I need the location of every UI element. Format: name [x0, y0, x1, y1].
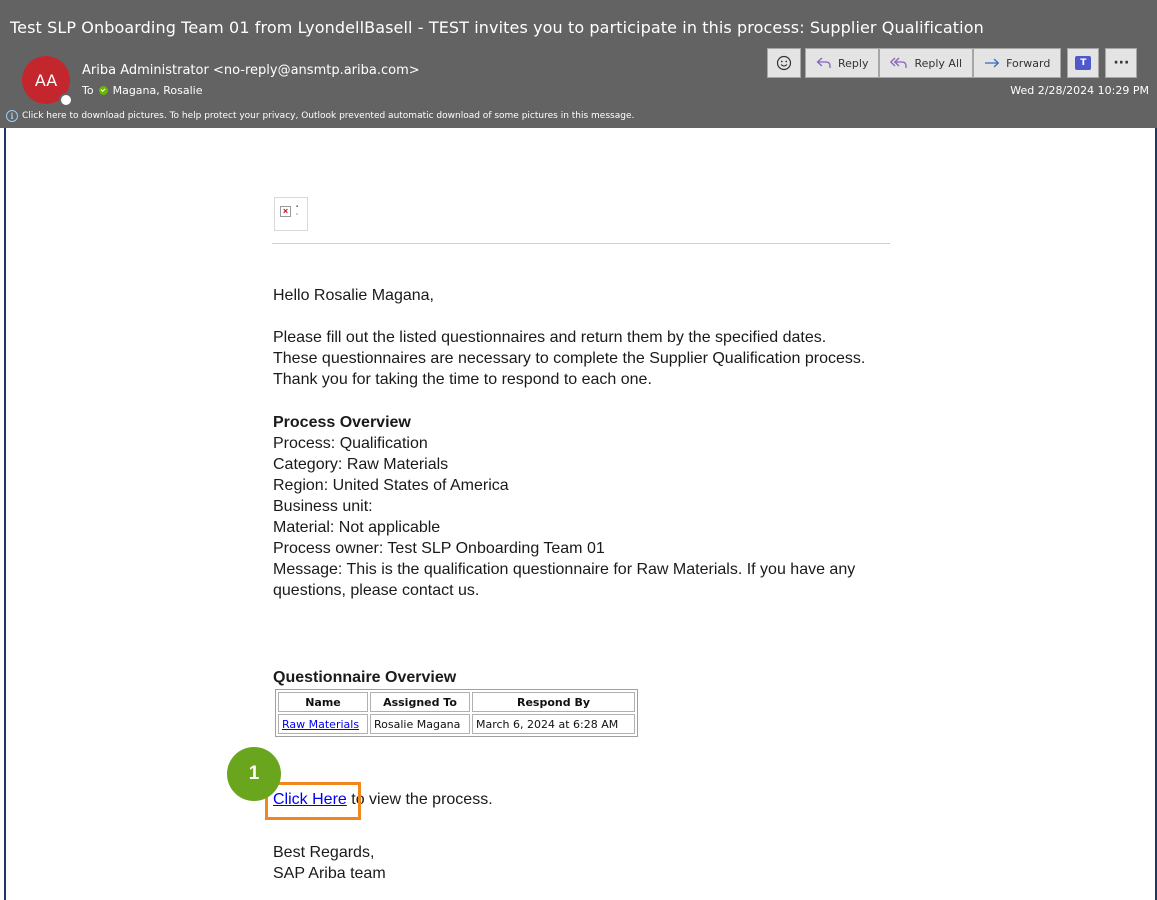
table-row: Raw Materials Rosalie Magana March 6, 20… — [278, 714, 635, 734]
broken-image-icon: × — [280, 206, 291, 217]
process-line: Category: Raw Materials — [273, 456, 449, 473]
recipient-line: To Magana, Rosalie — [82, 84, 202, 97]
questionnaire-table: Name Assigned To Respond By Raw Material… — [275, 689, 638, 737]
process-line: Process owner: Test SLP Onboarding Team … — [273, 540, 605, 557]
reply-icon — [816, 57, 831, 68]
download-pictures-text[interactable]: Click here to download pictures. To help… — [22, 111, 634, 121]
step-callout-badge: 1 — [227, 747, 281, 801]
column-header-respond-by: Respond By — [472, 692, 635, 712]
teams-icon: T — [1075, 56, 1092, 70]
message-toolbar: Reply Reply All Forward T ··· — [767, 48, 1138, 78]
sign-off-line-2: SAP Ariba team — [273, 865, 386, 882]
recipient-name[interactable]: Magana, Rosalie — [113, 84, 203, 97]
to-label: To — [82, 84, 94, 97]
reply-all-button[interactable]: Reply All — [879, 48, 974, 78]
reply-label: Reply — [838, 56, 869, 70]
sender-name[interactable]: Ariba Administrator <no-reply@ansmtp.ari… — [82, 63, 420, 78]
step-number: 1 — [248, 763, 260, 784]
reply-all-label: Reply All — [914, 56, 963, 70]
forward-icon — [985, 58, 1000, 68]
process-line: Material: Not applicable — [273, 519, 441, 536]
process-overview: Process Overview Process: Qualification … — [273, 412, 913, 601]
column-header-name: Name — [278, 692, 368, 712]
assigned-to-cell: Rosalie Magana — [370, 714, 470, 734]
instructions: Please fill out the listed questionnaire… — [273, 327, 913, 390]
instructions-line-2: These questionnaires are necessary to co… — [273, 350, 866, 388]
emoji-button[interactable] — [767, 48, 801, 78]
process-line: Process: Qualification — [273, 435, 428, 452]
sign-off: Best Regards, SAP Ariba team — [273, 842, 386, 884]
reply-button[interactable]: Reply — [805, 48, 880, 78]
process-line: Business unit: — [273, 498, 373, 515]
reading-pane-border-left — [4, 128, 6, 900]
process-line: Message: This is the qualification quest… — [273, 561, 856, 599]
teams-share-button[interactable]: T — [1067, 48, 1100, 78]
questionnaire-name-cell: Raw Materials — [278, 714, 368, 734]
process-overview-heading: Process Overview — [273, 414, 411, 431]
email-body: Hello Rosalie Magana, Please fill out th… — [273, 285, 913, 623]
broken-image-placeholder[interactable]: × ▪ ▫ — [274, 197, 308, 231]
header-divider — [272, 243, 890, 244]
emoji-icon — [776, 55, 792, 71]
step-highlight-box — [265, 782, 361, 820]
message-header: Test SLP Onboarding Team 01 from Lyondel… — [0, 0, 1157, 128]
column-header-assigned-to: Assigned To — [370, 692, 470, 712]
forward-label: Forward — [1006, 56, 1051, 70]
respond-by-cell: March 6, 2024 at 6:28 AM — [472, 714, 635, 734]
broken-image-alt-text: ▪ ▫ — [296, 204, 299, 218]
presence-indicator — [59, 93, 73, 107]
view-process-text: to view the process. — [346, 791, 493, 808]
avatar-initials: AA — [34, 70, 58, 90]
questionnaire-link[interactable]: Raw Materials — [282, 718, 359, 731]
forward-button[interactable]: Forward — [973, 48, 1062, 78]
recipient-status-icon — [98, 86, 108, 95]
info-icon: i — [6, 110, 18, 122]
questionnaire-overview-heading: Questionnaire Overview — [273, 669, 457, 686]
more-icon: ··· — [1113, 55, 1130, 71]
table-header-row: Name Assigned To Respond By — [278, 692, 635, 712]
reply-all-icon — [890, 57, 908, 68]
download-pictures-bar[interactable]: i Click here to download pictures. To he… — [6, 108, 634, 124]
sign-off-line-1: Best Regards, — [273, 844, 375, 861]
process-line: Region: United States of America — [273, 477, 509, 494]
instructions-line-1: Please fill out the listed questionnaire… — [273, 329, 827, 346]
sent-date: Wed 2/28/2024 10:29 PM — [1010, 84, 1149, 97]
email-subject: Test SLP Onboarding Team 01 from Lyondel… — [10, 18, 984, 37]
more-actions-button[interactable]: ··· — [1105, 48, 1138, 78]
greeting: Hello Rosalie Magana, — [273, 287, 434, 304]
